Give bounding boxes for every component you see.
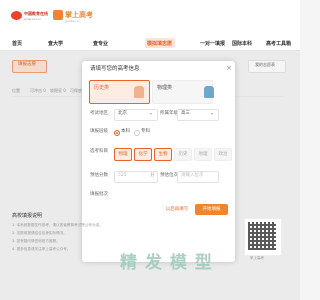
chevron-down-icon: ▾ <box>211 111 214 116</box>
rank-label: 预估位次 <box>160 173 178 178</box>
watermark-text: 精 发 模 型 <box>120 253 213 273</box>
note-item: 3. 如有疑问请咨询官方客服。 <box>12 239 60 243</box>
elective-chip-biology[interactable]: 生物 <box>154 148 172 161</box>
level-radio-undergrad[interactable] <box>114 130 120 136</box>
nav-item-home[interactable]: 首页 <box>12 42 22 47</box>
qr-caption: 掌上高考 <box>250 256 264 260</box>
grade-label: 所属年级 <box>160 111 178 116</box>
qr-code-icon <box>248 222 276 250</box>
nav-item-one-on-one[interactable]: 一对一填报 <box>200 42 225 47</box>
rank-input-placeholder: 请输入位次 <box>181 173 204 178</box>
nav-item-simulate[interactable]: 模拟填志愿 <box>147 42 172 47</box>
top-header <box>0 0 300 34</box>
chevron-down-icon: ▾ <box>150 111 153 116</box>
eol-logo-icon[interactable] <box>11 11 22 20</box>
dialog-title: 请填写您的高考信息 <box>90 66 140 72</box>
elective-chip-chemistry[interactable]: 化学 <box>134 148 152 161</box>
eol-logo-sub: www.eol.cn <box>24 17 42 21</box>
score-label: 预估分数 <box>90 173 108 178</box>
note-item: 4. 更多信息请关注掌上高考公众号。 <box>12 247 71 251</box>
nav-item-toolbox[interactable]: 高考工具箱 <box>266 42 291 47</box>
level-junior-label: 专科 <box>141 129 150 134</box>
nav-item-major[interactable]: 查专业 <box>93 42 108 47</box>
eol-logo-text[interactable]: 中国教育在线 <box>24 12 48 16</box>
score-unit: 分 <box>150 173 155 178</box>
region-select-value: 北京 <box>118 111 127 116</box>
elective-chip-politics[interactable]: 政治 <box>214 148 232 161</box>
level-radio-junior[interactable] <box>134 130 140 136</box>
note-item: 1. 本系统数据仅作参考，请以各省教育考试院公布为准。 <box>12 223 103 227</box>
nav-item-university[interactable]: 查大学 <box>48 42 63 47</box>
gaokao-brand-text[interactable]: 掌上高考 <box>65 12 93 19</box>
elective-chip-physics[interactable]: 物理 <box>114 148 132 161</box>
level-undergrad-label: 本科 <box>121 129 130 134</box>
student-figure-icon <box>204 86 214 98</box>
batch-label: 填报批次 <box>90 192 108 197</box>
close-icon[interactable]: × <box>226 65 232 72</box>
notes-title: 高校填报说明 <box>12 213 43 219</box>
gaokao-brand-sub: gaokao.cn <box>65 19 81 23</box>
grade-select-value: 高三 <box>181 111 190 116</box>
nav-item-international[interactable]: 国际本科 <box>232 42 252 47</box>
fill-later-button[interactable]: 以后再填写 <box>162 204 192 215</box>
student-figure-icon <box>134 86 144 98</box>
region-label: 考试地区 <box>90 111 108 116</box>
level-label: 填报层级 <box>90 129 108 134</box>
note-item: 2. 志愿填报请结合自身实际情况。 <box>12 231 67 235</box>
elective-chip-history[interactable]: 历史 <box>174 148 192 161</box>
subject-card-history-label: 历史类 <box>94 85 110 91</box>
start-filling-button[interactable]: 开始填报 <box>195 204 228 215</box>
elective-label: 选考科目 <box>90 149 108 154</box>
subject-card-physics-label: 物理类 <box>157 85 173 91</box>
gaokao-logo-icon[interactable] <box>53 10 63 20</box>
elective-chip-geography[interactable]: 地理 <box>194 148 212 161</box>
score-input-placeholder: 525 <box>118 173 127 178</box>
